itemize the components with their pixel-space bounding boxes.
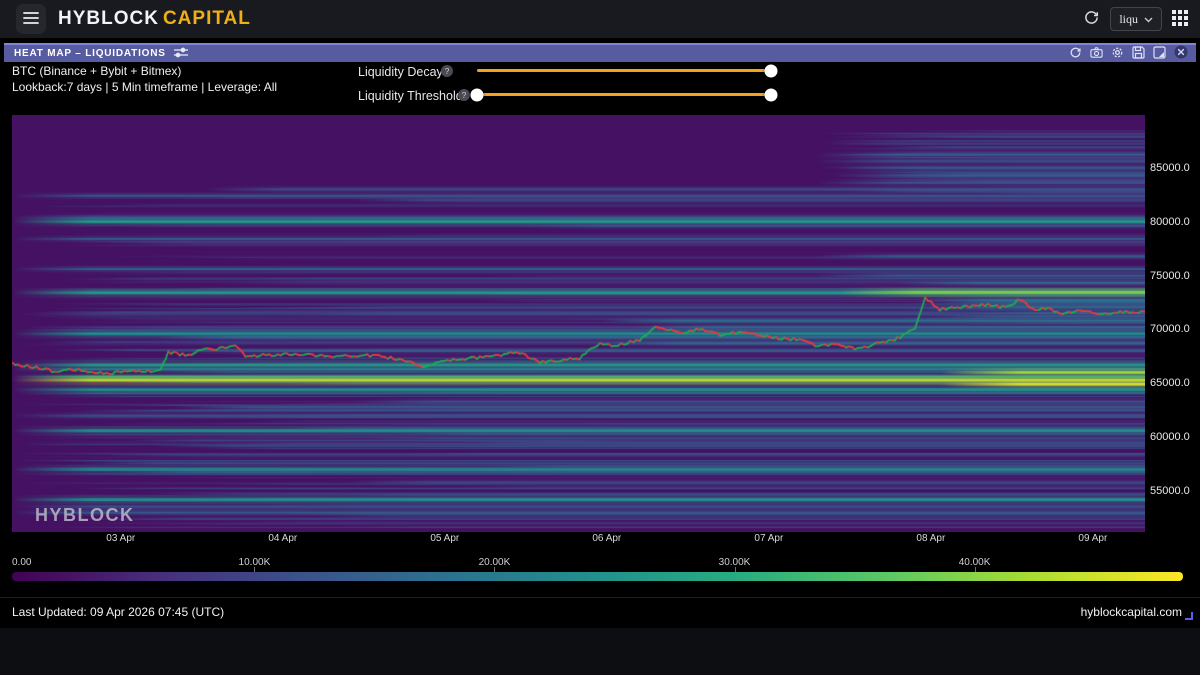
threshold-slider-track[interactable] (470, 88, 778, 101)
settings-button[interactable] (1111, 46, 1124, 62)
decay-slider-handle[interactable] (764, 64, 778, 77)
x-axis-label: 07 Apr (754, 533, 784, 544)
brand-primary: HYBLOCK (58, 8, 159, 29)
x-axis-label: 09 Apr (1078, 533, 1108, 544)
screenshot-button[interactable] (1090, 46, 1103, 62)
save-icon (1132, 45, 1145, 62)
site-label: hyblockcapital.com (1080, 605, 1182, 619)
gear-icon (1111, 46, 1124, 62)
camera-icon (1090, 46, 1103, 62)
panel-refresh-button[interactable] (1069, 46, 1082, 62)
topbar: HYBLOCK CAPITAL liqu (0, 0, 1200, 38)
refresh-button[interactable] (1083, 9, 1100, 29)
colorbar-gradient (12, 572, 1183, 581)
chevron-down-icon (1144, 10, 1153, 28)
x-axis-label: 06 Apr (592, 533, 622, 544)
y-axis-label: 70000.0 (1150, 323, 1190, 336)
resize-corner-icon[interactable] (1185, 612, 1193, 620)
y-axis-label: 65000.0 (1150, 377, 1190, 390)
expand-button[interactable] (1153, 45, 1166, 62)
menu-button[interactable] (16, 4, 46, 34)
decay-slider-track[interactable] (477, 64, 778, 77)
close-icon (1174, 45, 1188, 62)
threshold-slider-handle-min[interactable] (470, 88, 484, 101)
apps-grid-button[interactable] (1172, 9, 1188, 29)
panel-actions (1069, 45, 1188, 62)
threshold-slider-label: Liquidity Threshold (358, 89, 463, 103)
heatmap-chart: HYBLOCK (12, 115, 1145, 532)
x-axis-label: 08 Apr (916, 533, 946, 544)
refresh-icon (1083, 9, 1100, 29)
y-axis-label: 80000.0 (1150, 215, 1190, 228)
x-axis-label: 04 Apr (268, 533, 298, 544)
tune-sliders-icon[interactable] (173, 45, 188, 63)
close-button[interactable] (1174, 45, 1188, 62)
brand-logo[interactable]: HYBLOCK CAPITAL (58, 0, 251, 38)
symbol-info: BTC (Binance + Bybit + Bitmex) (12, 64, 182, 78)
topbar-actions: liqu (1083, 0, 1188, 38)
colorbar-label: 0.00 (12, 557, 32, 568)
view-dropdown[interactable]: liqu (1110, 7, 1162, 31)
y-axis-label: 75000.0 (1150, 269, 1190, 282)
last-updated-text: Last Updated: 09 Apr 2026 07:45 (UTC) (12, 605, 225, 619)
page: HYBLOCK CAPITAL liqu HEAT MAP – LIQUIDAT… (0, 0, 1200, 675)
y-axis-label: 55000.0 (1150, 485, 1190, 498)
app-window: HYBLOCK CAPITAL liqu HEAT MAP – LIQUIDAT… (0, 0, 1200, 628)
decay-info-icon[interactable]: ? (441, 65, 453, 77)
x-axis-label: 03 Apr (106, 533, 136, 544)
y-axis-label: 60000.0 (1150, 431, 1190, 444)
footer-divider (0, 597, 1200, 598)
chart-watermark: HYBLOCK (35, 505, 135, 525)
refresh-icon (1069, 46, 1082, 62)
hamburger-icon (23, 11, 39, 28)
lookback-info: Lookback:7 days | 5 Min timeframe | Leve… (12, 80, 278, 94)
panel-header[interactable]: HEAT MAP – LIQUIDATIONS (4, 43, 1196, 62)
x-axis-label: 05 Apr (430, 533, 460, 544)
view-dropdown-value: liqu (1119, 11, 1138, 26)
threshold-slider-handle-max[interactable] (764, 88, 778, 101)
threshold-info-icon[interactable]: ? (458, 89, 470, 101)
panel-title: HEAT MAP – LIQUIDATIONS (14, 48, 166, 59)
save-button[interactable] (1132, 45, 1145, 62)
brand-accent: CAPITAL (162, 8, 251, 29)
liquidation-heatmap-canvas[interactable] (12, 115, 1145, 532)
decay-slider-label: Liquidity Decay (358, 65, 443, 79)
expand-icon (1153, 45, 1166, 62)
grid-icon (1172, 9, 1188, 29)
y-axis-label: 85000.0 (1150, 161, 1190, 174)
